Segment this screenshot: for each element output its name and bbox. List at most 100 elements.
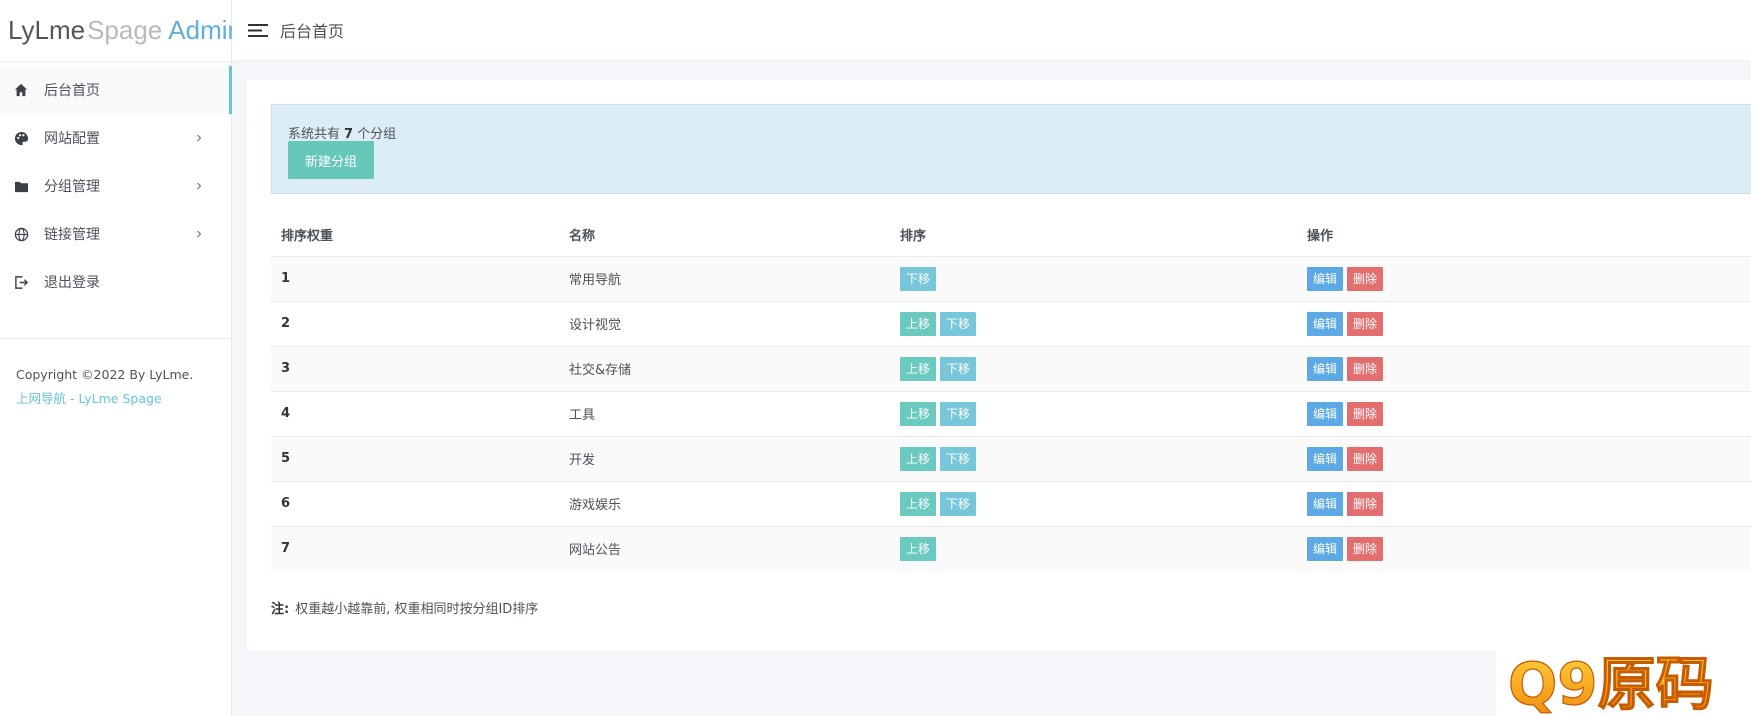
cell-actions: 编辑 删除 xyxy=(1297,345,1751,391)
logout-icon xyxy=(14,275,44,290)
svg-text:Q9原码: Q9原码 xyxy=(1508,650,1714,714)
cell-order: 下移 xyxy=(890,255,1297,301)
cell-actions: 编辑 删除 xyxy=(1297,255,1751,301)
cell-weight: 5 xyxy=(271,435,559,481)
cell-name: 常用导航 xyxy=(559,255,890,301)
group-count: 7 xyxy=(344,127,354,142)
cell-order: 上移 xyxy=(890,525,1297,571)
col-header-weight[interactable]: 排序权重 xyxy=(271,214,559,256)
move-down-button[interactable]: 下移 xyxy=(940,311,977,336)
sidebar-item-group-manage[interactable]: 分组管理 xyxy=(0,162,231,210)
cell-actions: 编辑 删除 xyxy=(1297,300,1751,346)
home-icon xyxy=(14,83,44,97)
delete-button[interactable]: 删除 xyxy=(1347,401,1384,426)
alert-prefix: 系统共有 xyxy=(288,127,341,142)
move-down-button[interactable]: 下移 xyxy=(940,401,977,426)
cell-weight: 1 xyxy=(271,255,559,301)
move-up-button[interactable]: 上移 xyxy=(900,491,937,516)
note-label: 注: xyxy=(271,602,290,617)
cell-weight: 7 xyxy=(271,525,559,571)
palette-icon xyxy=(14,131,44,146)
sidebar-nav: 后台首页 网站配置 分组管理 链接管理 退出登录 xyxy=(0,66,232,306)
sidebar-item-label: 退出登录 xyxy=(44,275,100,291)
folder-icon xyxy=(14,180,44,193)
chevron-right-icon xyxy=(195,130,203,146)
delete-button[interactable]: 删除 xyxy=(1347,491,1384,516)
edit-button[interactable]: 编辑 xyxy=(1307,401,1344,426)
table-row: 4 工具 上移 下移 编辑 删除 xyxy=(271,390,1751,436)
edit-button[interactable]: 编辑 xyxy=(1307,446,1344,471)
table-row: 7 网站公告 上移 编辑 删除 xyxy=(271,525,1751,571)
cell-actions: 编辑 删除 xyxy=(1297,390,1751,436)
move-down-button[interactable]: 下移 xyxy=(940,491,977,516)
table-row: 5 开发 上移 下移 编辑 删除 xyxy=(271,435,1751,481)
sidebar-item-label: 分组管理 xyxy=(44,179,100,195)
watermark-logo: Q9原码 xyxy=(1496,646,1751,716)
topbar: 后台首页 xyxy=(232,0,1751,60)
delete-button[interactable]: 删除 xyxy=(1347,446,1384,471)
sidebar-item-dashboard[interactable]: 后台首页 xyxy=(0,66,232,114)
edit-button[interactable]: 编辑 xyxy=(1307,311,1344,336)
col-header-actions: 操作 xyxy=(1307,229,1334,245)
edit-button[interactable]: 编辑 xyxy=(1307,491,1344,516)
cell-name: 开发 xyxy=(559,435,890,481)
move-up-button[interactable]: 上移 xyxy=(900,536,937,561)
move-up-button[interactable]: 上移 xyxy=(900,446,937,471)
cell-weight: 3 xyxy=(271,345,559,391)
delete-button[interactable]: 删除 xyxy=(1347,356,1384,381)
move-up-button[interactable]: 上移 xyxy=(900,401,937,426)
col-header-name[interactable]: 名称 xyxy=(559,214,890,256)
cell-actions: 编辑 删除 xyxy=(1297,525,1751,571)
move-down-button[interactable]: 下移 xyxy=(900,266,937,291)
cell-order: 上移 下移 xyxy=(890,345,1297,391)
app-logo[interactable]: LyLme Spage Admin xyxy=(0,0,242,62)
delete-button[interactable]: 删除 xyxy=(1347,266,1384,291)
delete-button[interactable]: 删除 xyxy=(1347,536,1384,561)
sidebar-item-logout[interactable]: 退出登录 xyxy=(0,258,231,306)
sidebar: LyLme Spage Admin 后台首页 网站配置 分组管理 链接管理 退出… xyxy=(0,0,242,716)
copyright: Copyright ©2022 By LyLme. 上网导航 - LyLme S… xyxy=(0,339,231,411)
group-count-alert: 系统共有 7 个分组 新建分组 xyxy=(271,104,1751,194)
table-note: 注: 权重越小越靠前, 权重相同时按分组ID排序 xyxy=(271,598,538,617)
move-up-button[interactable]: 上移 xyxy=(900,311,937,336)
chevron-right-icon xyxy=(195,178,203,194)
group-table: 排序权重 名称 排序 操作 1 常用导航 下移 编辑 删除 2 设计视觉 上移 … xyxy=(271,214,1751,571)
globe-icon xyxy=(14,227,44,242)
chevron-right-icon xyxy=(195,226,203,242)
move-up-button[interactable]: 上移 xyxy=(900,356,937,381)
cell-actions: 编辑 删除 xyxy=(1297,435,1751,481)
sidebar-item-label: 后台首页 xyxy=(44,83,100,99)
cell-order: 上移 下移 xyxy=(890,435,1297,481)
cell-order: 上移 下移 xyxy=(890,390,1297,436)
edit-button[interactable]: 编辑 xyxy=(1307,536,1344,561)
copyright-link[interactable]: 上网导航 - LyLme Spage xyxy=(16,387,215,411)
cell-order: 上移 下移 xyxy=(890,480,1297,526)
cell-weight: 2 xyxy=(271,300,559,346)
copyright-text: Copyright ©2022 By LyLme. xyxy=(16,367,194,382)
logo-part-lylme: LyLme xyxy=(8,15,86,45)
page-title: 后台首页 xyxy=(280,22,345,41)
edit-button[interactable]: 编辑 xyxy=(1307,356,1344,381)
delete-button[interactable]: 删除 xyxy=(1347,311,1384,336)
edit-button[interactable]: 编辑 xyxy=(1307,266,1344,291)
sidebar-item-site-config[interactable]: 网站配置 xyxy=(0,114,231,162)
move-down-button[interactable]: 下移 xyxy=(940,356,977,381)
logo-part-spage: Spage xyxy=(87,15,163,45)
cell-order: 上移 下移 xyxy=(890,300,1297,346)
sidebar-item-link-manage[interactable]: 链接管理 xyxy=(0,210,231,258)
cell-name: 社交&存储 xyxy=(559,345,890,391)
sidebar-item-label: 网站配置 xyxy=(44,131,100,147)
main-card: 系统共有7个分组 新建分组 排序权重 名称 排序 操作 1 常用导航 下移 xyxy=(247,80,1751,650)
menu-toggle-icon[interactable] xyxy=(248,22,268,38)
cell-name: 工具 xyxy=(559,390,890,436)
logo-part-admin: Admin xyxy=(168,15,242,45)
move-down-button[interactable]: 下移 xyxy=(940,446,977,471)
alert-suffix: 个分组 xyxy=(357,127,397,142)
table-row: 2 设计视觉 上移 下移 编辑 删除 xyxy=(271,300,1751,346)
cell-name: 网站公告 xyxy=(559,525,890,571)
cell-weight: 4 xyxy=(271,390,559,436)
table-row: 6 游戏娱乐 上移 下移 编辑 删除 xyxy=(271,480,1751,526)
cell-name: 设计视觉 xyxy=(559,300,890,346)
new-group-button[interactable]: 新建分组 xyxy=(288,141,374,179)
cell-actions: 编辑 删除 xyxy=(1297,480,1751,526)
